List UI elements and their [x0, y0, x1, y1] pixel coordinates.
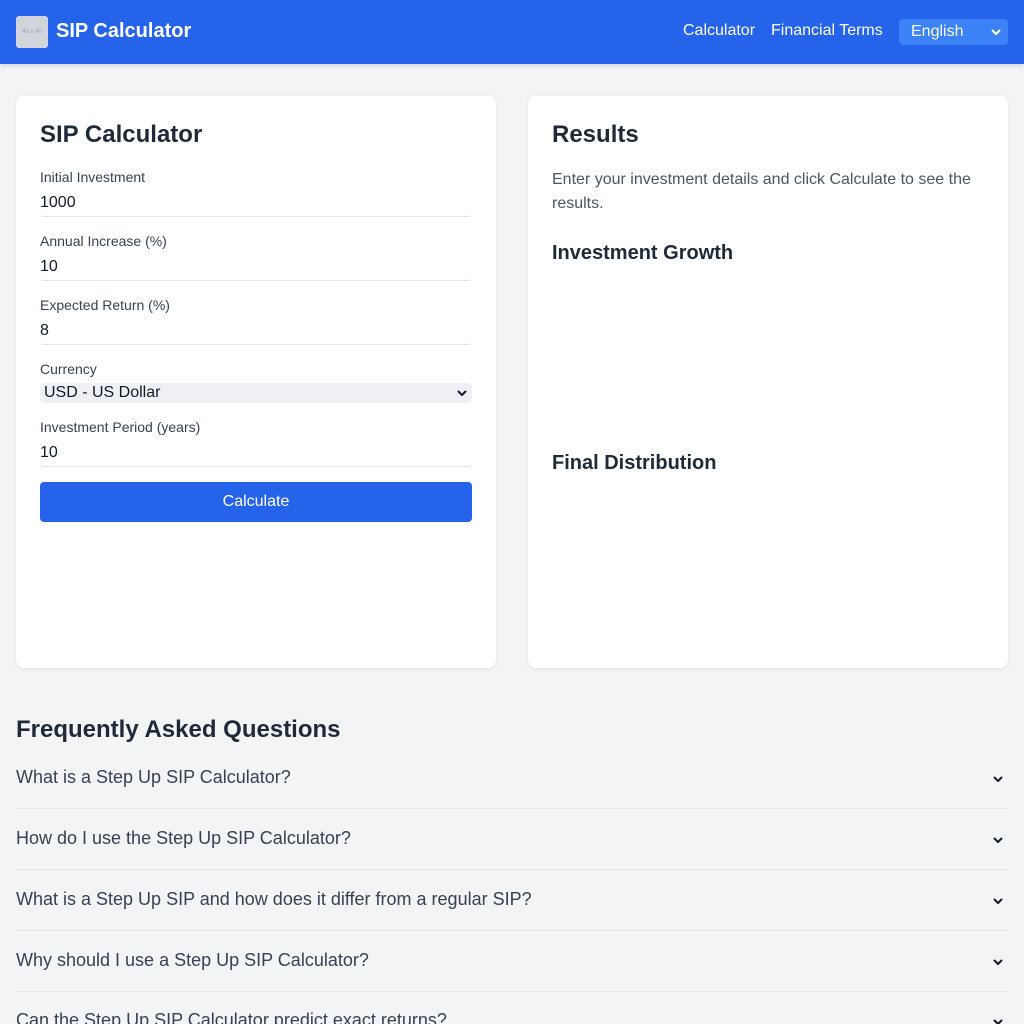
currency-select-value: USD - US Dollar	[44, 384, 161, 401]
faq-question: Why should I use a Step Up SIP Calculato…	[16, 950, 369, 970]
faq-question: What is a Step Up SIP and how does it di…	[16, 889, 532, 909]
investment-period-input[interactable]: 10	[40, 443, 472, 467]
investment-period-label: Investment Period (years)	[40, 419, 201, 435]
faq-item[interactable]: Can the Step Up SIP Calculator predict e…	[16, 992, 1008, 1024]
chevron-down-icon	[992, 894, 1004, 906]
chevron-down-icon	[992, 1015, 1004, 1024]
faq-item[interactable]: How do I use the Step Up SIP Calculator?	[16, 809, 1008, 870]
results-message: Enter your investment details and click …	[552, 171, 971, 212]
calculate-button[interactable]: Calculate	[40, 482, 472, 522]
chevron-down-icon	[990, 26, 1002, 38]
calculator-card: SIP Calculator Initial Investment 1000 A…	[16, 96, 496, 668]
currency-label: Currency	[40, 361, 97, 377]
expected-return-label: Expected Return (%)	[40, 297, 170, 313]
faq-item[interactable]: What is a Step Up SIP and how does it di…	[16, 870, 1008, 931]
results-title: Results	[552, 121, 639, 148]
faq-item[interactable]: Why should I use a Step Up SIP Calculato…	[16, 931, 1008, 992]
faq-question: What is a Step Up SIP Calculator?	[16, 767, 291, 787]
initial-investment-label: Initial Investment	[40, 169, 146, 185]
investment-growth-chart-area	[552, 276, 984, 446]
logo-placeholder-image: 40 x 40	[16, 16, 48, 48]
language-select[interactable]: English	[899, 19, 1008, 45]
chevron-down-icon	[992, 772, 1004, 784]
faq-title: Frequently Asked Questions	[16, 716, 341, 743]
calculator-title: SIP Calculator	[40, 121, 203, 148]
chevron-down-icon	[456, 387, 468, 399]
faq-question: Can the Step Up SIP Calculator predict e…	[16, 1010, 447, 1024]
expected-return-input[interactable]: 8	[40, 321, 472, 345]
site-title[interactable]: SIP Calculator	[56, 20, 191, 42]
faq-item[interactable]: What is a Step Up SIP Calculator?	[16, 748, 1008, 809]
investment-growth-title: Investment Growth	[552, 242, 734, 264]
final-distribution-chart-area	[552, 486, 984, 646]
chevron-down-icon	[992, 955, 1004, 967]
faq-question: How do I use the Step Up SIP Calculator?	[16, 828, 351, 848]
annual-increase-label: Annual Increase (%)	[40, 233, 167, 249]
results-card: Results Enter your investment details an…	[528, 96, 1008, 668]
annual-increase-input[interactable]: 10	[40, 257, 472, 281]
nav-link-financial-terms[interactable]: Financial Terms	[771, 22, 883, 40]
logo-placeholder-text: 40 x 40	[22, 29, 42, 35]
initial-investment-input[interactable]: 1000	[40, 193, 472, 217]
currency-select[interactable]: USD - US Dollar	[40, 383, 472, 403]
chevron-down-icon	[992, 833, 1004, 845]
final-distribution-title: Final Distribution	[552, 452, 717, 474]
top-navigation-bar: 40 x 40 SIP Calculator Calculator Financ…	[0, 0, 1024, 64]
language-select-value: English	[911, 23, 964, 40]
nav-link-calculator[interactable]: Calculator	[683, 22, 755, 40]
